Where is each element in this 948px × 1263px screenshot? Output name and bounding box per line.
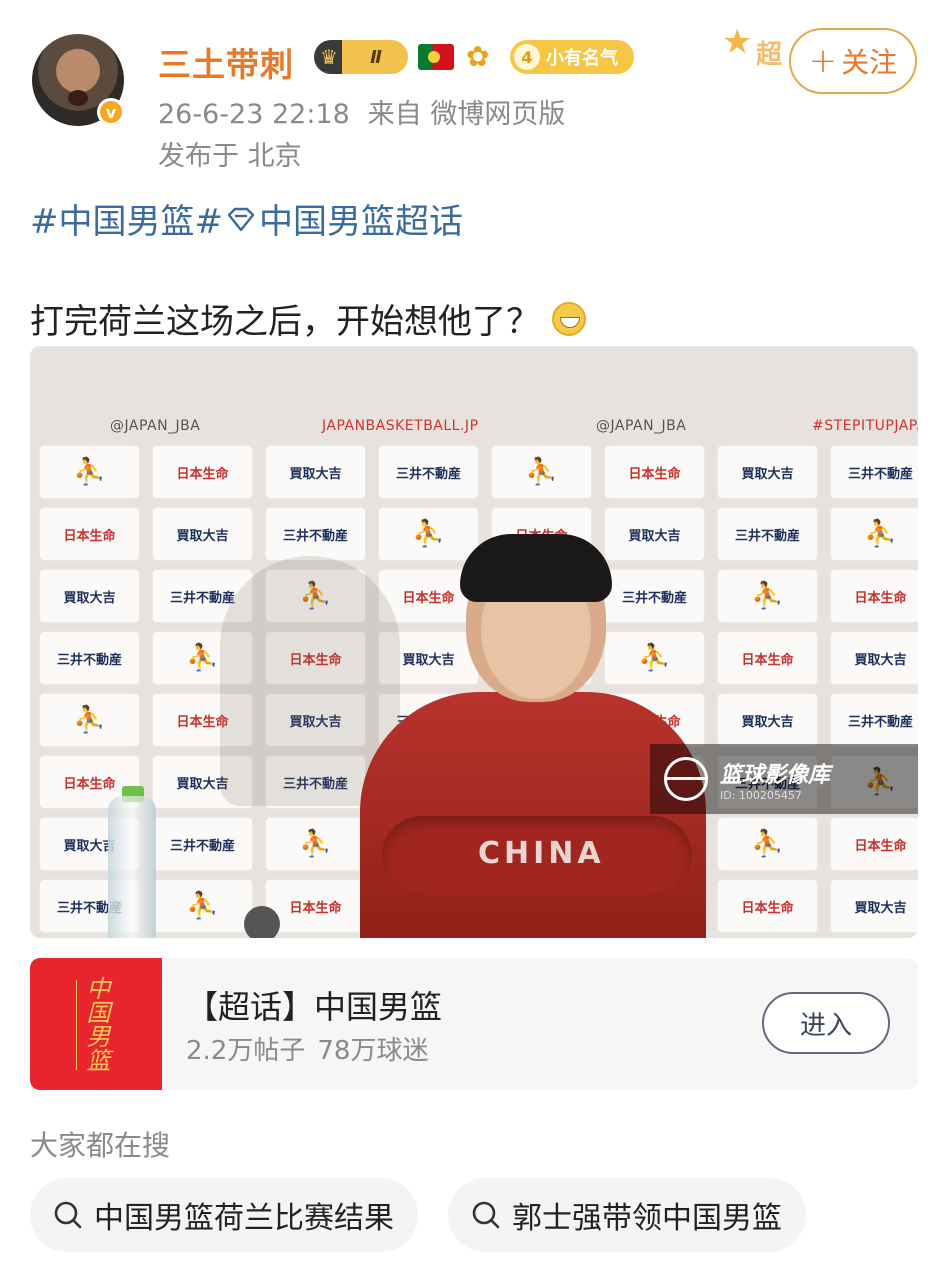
topic-title: 【超话】中国男篮 xyxy=(186,988,443,1026)
search-chip[interactable]: 郭士强带领中国男篮 xyxy=(448,1178,806,1252)
backdrop-label: @JAPAN_JBA xyxy=(596,418,687,434)
hashtag-link[interactable]: #中国男篮# xyxy=(30,194,223,243)
sponsor-logo: 三井不動産 xyxy=(266,508,365,560)
sponsor-logo: 買取大吉 xyxy=(718,694,817,746)
jumpman-logo-icon: ⛹ xyxy=(718,570,817,622)
jumpman-logo-icon: ⛹ xyxy=(379,508,478,560)
sponsor-logo: 日本生命 xyxy=(153,446,252,498)
cover-line xyxy=(76,980,77,1070)
jumpman-logo-icon: ⛹ xyxy=(40,694,139,746)
jumpman-logo-icon: ⛹ xyxy=(605,632,704,684)
sponsor-logo: 日本生命 xyxy=(718,632,817,684)
player-hair xyxy=(460,534,612,602)
post-timestamp: 26-6-23 22:18 xyxy=(158,99,350,130)
search-chip[interactable]: 中国男篮荷兰比赛结果 xyxy=(30,1178,418,1252)
sunflower-icon: ✿ xyxy=(466,40,490,73)
portugal-flag-icon xyxy=(418,44,454,70)
backdrop-label: #STEPITUPJAPA xyxy=(812,418,918,434)
avatar-face xyxy=(68,90,88,106)
sponsor-logo: 買取大吉 xyxy=(605,508,704,560)
basketball-icon xyxy=(664,757,708,801)
sponsor-logo: 日本生命 xyxy=(605,446,704,498)
search-chip-label: 郭士强带领中国男篮 xyxy=(512,1201,782,1236)
sponsor-logo: 買取大吉 xyxy=(718,446,817,498)
backdrop-label: JAPANBASKETBALL.JP xyxy=(322,418,479,434)
super-deco-text: 超 xyxy=(756,40,783,70)
topic-fans: 78万球迷 xyxy=(317,1036,429,1066)
post-photo[interactable]: @JAPAN_JBA JAPANBASKETBALL.JP @JAPAN_JBA… xyxy=(30,346,918,938)
plus-icon: + xyxy=(808,41,838,81)
jumpman-logo-icon: ⛹ xyxy=(831,508,918,560)
watermark-title: 篮球影像库 xyxy=(720,762,831,788)
grin-emoji-icon xyxy=(552,301,586,336)
jumpman-logo-icon: ⛹ xyxy=(153,880,252,932)
username[interactable]: 三土带刺 xyxy=(158,38,294,86)
watermark: 篮球影像库 ID: 100205457 xyxy=(650,744,918,814)
post-meta: 26-6-23 22:18 来自 微博网页版 xyxy=(158,92,565,131)
sponsor-logo: 三井不動産 xyxy=(40,632,139,684)
post-source: 来自 微博网页版 xyxy=(367,99,566,130)
sponsor-logo: 三井不動産 xyxy=(153,818,252,870)
crown-icon: ♛ xyxy=(320,45,338,69)
player-hoodie xyxy=(360,692,706,938)
topic-cover: 中国男篮 xyxy=(30,958,162,1090)
verified-badge-icon: v xyxy=(97,98,125,126)
search-icon xyxy=(54,1201,82,1229)
sponsor-logo: 買取大吉 xyxy=(831,880,918,932)
topic-stats: 2.2万帖子 78万球迷 xyxy=(186,1030,428,1067)
fame-badge[interactable]: 4 小有名气 xyxy=(510,40,634,74)
sponsor-logo: 買取大吉 xyxy=(266,446,365,498)
cover-text: 中国男篮 xyxy=(82,976,110,1072)
water-bottle xyxy=(108,796,156,938)
sponsor-logo: 日本生命 xyxy=(831,570,918,622)
sponsor-logo: 三井不動産 xyxy=(718,508,817,560)
star-icon: ★ xyxy=(722,22,753,62)
follow-button[interactable]: + 关注 xyxy=(789,28,917,94)
sponsor-logo: 日本生命 xyxy=(266,880,365,932)
sponsor-logo: 三井不動産 xyxy=(379,446,478,498)
sponsor-logo: 買取大吉 xyxy=(40,570,139,622)
fame-level: 4 xyxy=(514,44,540,70)
hashtags: #中国男篮# 中国男篮超话 xyxy=(30,194,463,243)
sponsor-logo: 日本生命 xyxy=(831,818,918,870)
search-icon xyxy=(472,1201,500,1229)
diamond-icon xyxy=(227,207,255,231)
jersey-text: CHINA xyxy=(478,836,605,871)
search-chip-label: 中国男篮荷兰比赛结果 xyxy=(94,1201,394,1236)
backdrop-label: @JAPAN_JBA xyxy=(110,418,201,434)
jumpman-logo-icon: ⛹ xyxy=(40,446,139,498)
fame-label: 小有名气 xyxy=(546,48,618,69)
jumpman-logo-icon: ⛹ xyxy=(718,818,817,870)
member-level-badge[interactable]: ♛ Ⅱ xyxy=(314,40,408,74)
member-level-text: Ⅱ xyxy=(370,46,382,68)
sponsor-logo: 買取大吉 xyxy=(831,632,918,684)
microphone xyxy=(244,906,280,938)
post-body-text: 打完荷兰这场之后，开始想他了？ xyxy=(30,302,540,342)
jumpman-logo-icon: ⛹ xyxy=(492,446,591,498)
super-topic-link[interactable]: 中国男篮超话 xyxy=(259,194,463,243)
super-topic-card[interactable]: 中国男篮 【超话】中国男篮 2.2万帖子 78万球迷 进入 xyxy=(30,958,918,1090)
sponsor-logo: 日本生命 xyxy=(718,880,817,932)
sponsor-logo: 買取大吉 xyxy=(153,508,252,560)
sponsor-logo: 三井不動産 xyxy=(831,446,918,498)
watermark-id: ID: 100205457 xyxy=(720,788,802,802)
post-location: 发布于 北京 xyxy=(158,141,302,172)
jumpman-logo-icon: ⛹ xyxy=(266,818,365,870)
post-body: 打完荷兰这场之后，开始想他了？ xyxy=(30,294,586,343)
sponsor-logo: 日本生命 xyxy=(40,508,139,560)
sponsor-logo: 三井不動産 xyxy=(605,570,704,622)
enter-button[interactable]: 进入 xyxy=(762,992,890,1054)
trending-search-heading: 大家都在搜 xyxy=(30,1129,171,1162)
follow-label: 关注 xyxy=(841,46,898,79)
sponsor-logo: 三井不動産 xyxy=(831,694,918,746)
backdrop-header: @JAPAN_JBA JAPANBASKETBALL.JP @JAPAN_JBA… xyxy=(30,406,918,446)
topic-posts: 2.2万帖子 xyxy=(186,1036,306,1066)
